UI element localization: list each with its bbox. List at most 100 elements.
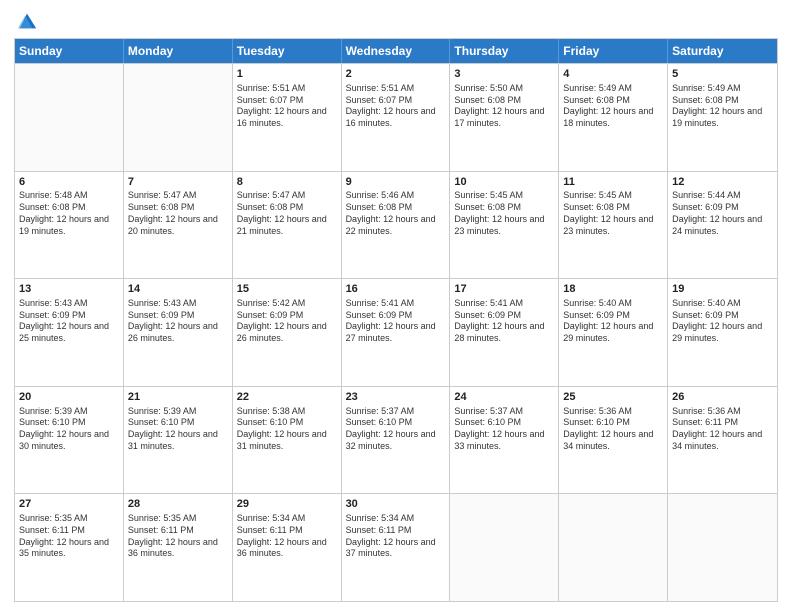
cell-info: Sunrise: 5:38 AM Sunset: 6:10 PM Dayligh… <box>237 406 337 453</box>
day-number: 25 <box>563 390 663 405</box>
cal-cell: 29Sunrise: 5:34 AM Sunset: 6:11 PM Dayli… <box>233 494 342 601</box>
cell-info: Sunrise: 5:44 AM Sunset: 6:09 PM Dayligh… <box>672 190 773 237</box>
cell-info: Sunrise: 5:51 AM Sunset: 6:07 PM Dayligh… <box>237 83 337 130</box>
day-number: 20 <box>19 390 119 405</box>
cell-info: Sunrise: 5:39 AM Sunset: 6:10 PM Dayligh… <box>19 406 119 453</box>
day-number: 8 <box>237 175 337 190</box>
cal-cell: 3Sunrise: 5:50 AM Sunset: 6:08 PM Daylig… <box>450 64 559 171</box>
cal-cell: 7Sunrise: 5:47 AM Sunset: 6:08 PM Daylig… <box>124 172 233 279</box>
cell-info: Sunrise: 5:45 AM Sunset: 6:08 PM Dayligh… <box>563 190 663 237</box>
day-number: 28 <box>128 497 228 512</box>
cal-cell <box>124 64 233 171</box>
calendar-body: 1Sunrise: 5:51 AM Sunset: 6:07 PM Daylig… <box>15 63 777 601</box>
cal-cell: 13Sunrise: 5:43 AM Sunset: 6:09 PM Dayli… <box>15 279 124 386</box>
day-number: 10 <box>454 175 554 190</box>
day-number: 15 <box>237 282 337 297</box>
cell-info: Sunrise: 5:41 AM Sunset: 6:09 PM Dayligh… <box>346 298 446 345</box>
cell-info: Sunrise: 5:47 AM Sunset: 6:08 PM Dayligh… <box>237 190 337 237</box>
cal-cell: 19Sunrise: 5:40 AM Sunset: 6:09 PM Dayli… <box>668 279 777 386</box>
cell-info: Sunrise: 5:39 AM Sunset: 6:10 PM Dayligh… <box>128 406 228 453</box>
cal-row: 27 Sunrise: 5:35 AM Sunset: 6:11 PM Dayli… <box>15 493 777 601</box>
cal-cell: 15Sunrise: 5:42 AM Sunset: 6:09 PM Dayli… <box>233 279 342 386</box>
cal-cell: 18Sunrise: 5:40 AM Sunset: 6:09 PM Dayli… <box>559 279 668 386</box>
day-number: 3 <box>454 67 554 82</box>
day-number: 12 <box>672 175 773 190</box>
cal-cell <box>450 494 559 601</box>
cell-info: Sunrise: 5:49 AM Sunset: 6:08 PM Dayligh… <box>672 83 773 130</box>
logo-icon <box>16 10 38 32</box>
day-number: 1 <box>237 67 337 82</box>
cal-cell: 8Sunrise: 5:47 AM Sunset: 6:08 PM Daylig… <box>233 172 342 279</box>
cell-info: Sunrise: 5:34 AM Sunset: 6:11 PM Dayligh… <box>237 513 337 560</box>
cal-cell: 5Sunrise: 5:49 AM Sunset: 6:08 PM Daylig… <box>668 64 777 171</box>
day-number: 29 <box>237 497 337 512</box>
day-number: 24 <box>454 390 554 405</box>
cal-cell: 6Sunrise: 5:48 AM Sunset: 6:08 PM Daylig… <box>15 172 124 279</box>
day-number: 9 <box>346 175 446 190</box>
cell-info: Sunrise: 5:48 AM Sunset: 6:08 PM Dayligh… <box>19 190 119 237</box>
cell-info: Sunrise: 5:46 AM Sunset: 6:08 PM Dayligh… <box>346 190 446 237</box>
cell-info: Sunrise: 5:40 AM Sunset: 6:09 PM Dayligh… <box>563 298 663 345</box>
day-number: 19 <box>672 282 773 297</box>
cal-header-cell: Saturday <box>668 39 777 63</box>
day-number: 11 <box>563 175 663 190</box>
page: SundayMondayTuesdayWednesdayThursdayFrid… <box>0 0 792 612</box>
calendar-header: SundayMondayTuesdayWednesdayThursdayFrid… <box>15 39 777 63</box>
cal-header-cell: Monday <box>124 39 233 63</box>
cal-row: 1Sunrise: 5:51 AM Sunset: 6:07 PM Daylig… <box>15 63 777 171</box>
cal-cell: 20Sunrise: 5:39 AM Sunset: 6:10 PM Dayli… <box>15 387 124 494</box>
cell-info: Sunrise: 5:37 AM Sunset: 6:10 PM Dayligh… <box>346 406 446 453</box>
day-number: 26 <box>672 390 773 405</box>
cal-cell: 10Sunrise: 5:45 AM Sunset: 6:08 PM Dayli… <box>450 172 559 279</box>
cal-cell: 30Sunrise: 5:34 AM Sunset: 6:11 PM Dayli… <box>342 494 451 601</box>
day-number: 6 <box>19 175 119 190</box>
day-number: 13 <box>19 282 119 297</box>
cal-cell: 27Sunrise: 5:35 AM Sunset: 6:11 PM Dayli… <box>15 494 124 601</box>
cal-cell: 25Sunrise: 5:36 AM Sunset: 6:10 PM Dayli… <box>559 387 668 494</box>
cal-cell <box>15 64 124 171</box>
cell-info: Sunrise: 5:47 AM Sunset: 6:08 PM Dayligh… <box>128 190 228 237</box>
cell-info: Sunrise: 5:37 AM Sunset: 6:10 PM Dayligh… <box>454 406 554 453</box>
header <box>14 10 778 32</box>
cal-cell: 28Sunrise: 5:35 AM Sunset: 6:11 PM Dayli… <box>124 494 233 601</box>
cell-info: Sunrise: 5:40 AM Sunset: 6:09 PM Dayligh… <box>672 298 773 345</box>
cal-header-cell: Wednesday <box>342 39 451 63</box>
cal-cell: 24Sunrise: 5:37 AM Sunset: 6:10 PM Dayli… <box>450 387 559 494</box>
day-number: 21 <box>128 390 228 405</box>
day-number: 4 <box>563 67 663 82</box>
cal-cell: 22Sunrise: 5:38 AM Sunset: 6:10 PM Dayli… <box>233 387 342 494</box>
cell-info: Sunrise: 5:34 AM Sunset: 6:11 PM Dayligh… <box>346 513 446 560</box>
cell-info: Sunrise: 5:41 AM Sunset: 6:09 PM Dayligh… <box>454 298 554 345</box>
day-number: 18 <box>563 282 663 297</box>
cell-info: Sunrise: 5:36 AM Sunset: 6:11 PM Dayligh… <box>672 406 773 453</box>
cal-cell: 11Sunrise: 5:45 AM Sunset: 6:08 PM Dayli… <box>559 172 668 279</box>
day-number: 7 <box>128 175 228 190</box>
cell-info: Sunrise: 5:42 AM Sunset: 6:09 PM Dayligh… <box>237 298 337 345</box>
cal-cell <box>668 494 777 601</box>
cal-row: 6Sunrise: 5:48 AM Sunset: 6:08 PM Daylig… <box>15 171 777 279</box>
cal-header-cell: Friday <box>559 39 668 63</box>
cal-row: 13Sunrise: 5:43 AM Sunset: 6:09 PM Dayli… <box>15 278 777 386</box>
cal-header-cell: Tuesday <box>233 39 342 63</box>
cal-cell: 17Sunrise: 5:41 AM Sunset: 6:09 PM Dayli… <box>450 279 559 386</box>
logo <box>14 10 38 32</box>
cal-cell: 14Sunrise: 5:43 AM Sunset: 6:09 PM Dayli… <box>124 279 233 386</box>
cell-info: Sunrise: 5:49 AM Sunset: 6:08 PM Dayligh… <box>563 83 663 130</box>
day-number: 16 <box>346 282 446 297</box>
cell-info: Sunrise: 5:36 AM Sunset: 6:10 PM Dayligh… <box>563 406 663 453</box>
day-number: 14 <box>128 282 228 297</box>
cal-cell: 26Sunrise: 5:36 AM Sunset: 6:11 PM Dayli… <box>668 387 777 494</box>
day-number: 27 <box>19 497 119 512</box>
cell-info: Sunrise: 5:35 AM Sunset: 6:11 PM Dayligh… <box>128 513 228 560</box>
cal-cell: 12Sunrise: 5:44 AM Sunset: 6:09 PM Dayli… <box>668 172 777 279</box>
cal-cell <box>559 494 668 601</box>
cal-header-cell: Sunday <box>15 39 124 63</box>
day-number: 17 <box>454 282 554 297</box>
cal-cell: 21Sunrise: 5:39 AM Sunset: 6:10 PM Dayli… <box>124 387 233 494</box>
cal-cell: 9Sunrise: 5:46 AM Sunset: 6:08 PM Daylig… <box>342 172 451 279</box>
cell-info: Sunrise: 5:45 AM Sunset: 6:08 PM Dayligh… <box>454 190 554 237</box>
cal-cell: 2Sunrise: 5:51 AM Sunset: 6:07 PM Daylig… <box>342 64 451 171</box>
cell-info: Sunrise: 5:50 AM Sunset: 6:08 PM Dayligh… <box>454 83 554 130</box>
cal-header-cell: Thursday <box>450 39 559 63</box>
day-number: 30 <box>346 497 446 512</box>
